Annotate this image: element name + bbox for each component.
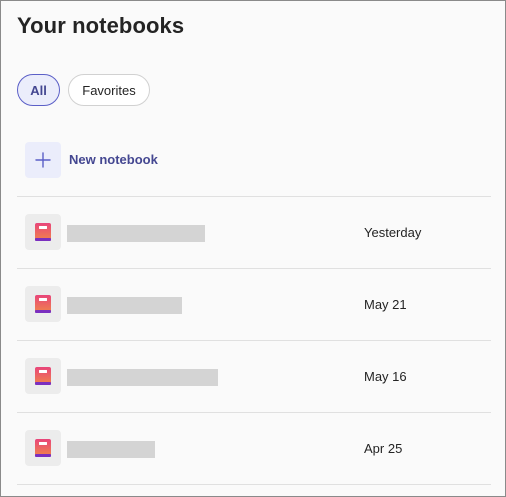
notebook-list-item[interactable]: May 16 xyxy=(17,341,491,412)
notebooks-panel: Your notebooks All Favorites New noteboo… xyxy=(0,0,506,497)
notebook-icon xyxy=(25,358,61,394)
notebook-date: May 21 xyxy=(364,297,407,312)
filter-favorites-button[interactable]: Favorites xyxy=(68,74,150,106)
page-title: Your notebooks xyxy=(17,13,185,38)
notebook-list-item[interactable]: May 21 xyxy=(17,269,491,340)
filter-bar: All Favorites xyxy=(17,74,150,106)
new-notebook-button[interactable]: New notebook xyxy=(17,142,491,197)
divider xyxy=(17,484,491,485)
filter-all-button[interactable]: All xyxy=(17,74,60,106)
notebook-name-placeholder xyxy=(67,225,205,242)
notebook-name-placeholder xyxy=(67,441,155,458)
notebook-date: Apr 25 xyxy=(364,441,403,456)
notebook-list-item[interactable]: Yesterday xyxy=(17,197,491,268)
notebook-date: May 16 xyxy=(364,369,407,384)
plus-icon xyxy=(25,142,61,178)
notebook-date: Yesterday xyxy=(364,225,422,240)
notebook-list-item[interactable]: Apr 25 xyxy=(17,413,491,484)
notebook-icon xyxy=(25,430,61,466)
notebook-icon xyxy=(25,214,61,250)
notebook-name-placeholder xyxy=(67,369,218,386)
notebook-name-placeholder xyxy=(67,297,182,314)
new-notebook-label: New notebook xyxy=(69,152,158,167)
notebook-icon xyxy=(25,286,61,322)
